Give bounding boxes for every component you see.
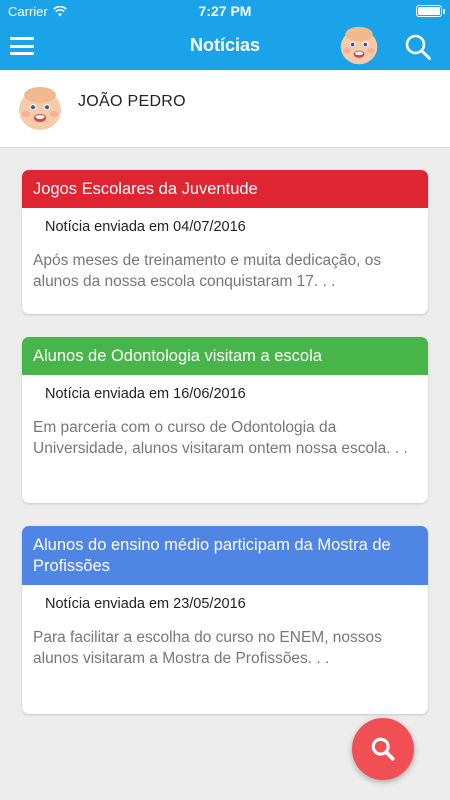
news-title: Jogos Escolares da Juventude — [22, 170, 428, 208]
news-date: Notícia enviada em 23/05/2016 — [45, 596, 246, 612]
news-card[interactable]: Alunos do ensino médio participam da Mos… — [22, 526, 428, 714]
status-bar: Carrier 7:27 PM — [0, 0, 450, 22]
news-date: Notícia enviada em 04/07/2016 — [45, 219, 246, 235]
search-fab-button[interactable] — [352, 718, 414, 780]
user-profile-bar: JOÃO PEDRO — [0, 70, 450, 148]
clock: 7:27 PM — [198, 3, 252, 19]
app-header: Notícias — [0, 22, 450, 70]
news-date: Notícia enviada em 16/06/2016 — [45, 386, 246, 402]
page-title: Notícias — [189, 35, 261, 55]
search-icon — [371, 737, 395, 761]
news-excerpt: Em parceria com o curso de Odontologia d… — [33, 419, 408, 457]
battery-icon — [416, 5, 445, 17]
avatar — [19, 87, 61, 130]
news-card[interactable]: Alunos de Odontologia visitam a escola N… — [22, 337, 428, 503]
search-icon[interactable] — [404, 33, 432, 61]
news-title: Alunos de Odontologia visitam a escola — [22, 337, 428, 375]
news-excerpt: Para facilitar a escolha do curso no ENE… — [33, 629, 382, 667]
user-name: JOÃO PEDRO — [78, 93, 186, 110]
news-excerpt: Após meses de treinamento e muita dedica… — [33, 252, 382, 290]
news-card[interactable]: Jogos Escolares da Juventude Notícia env… — [22, 170, 428, 314]
avatar-button[interactable] — [337, 25, 381, 67]
news-title: Alunos do ensino médio participam da Mos… — [22, 526, 428, 585]
